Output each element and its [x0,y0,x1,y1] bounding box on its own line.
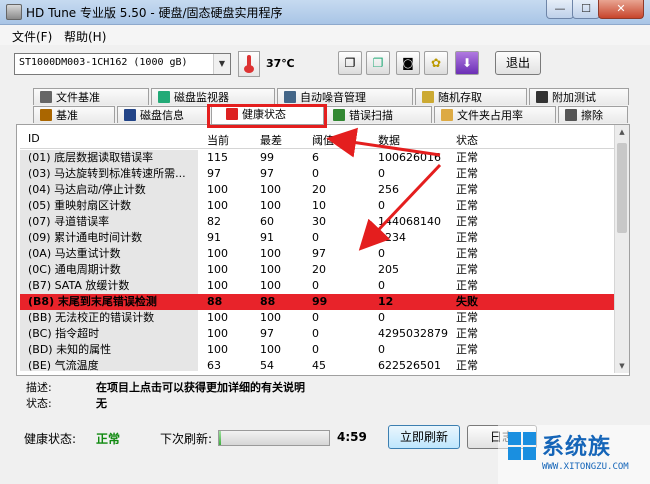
hd-tune-window: HD Tune 专业版 5.50 - 硬盘/固态硬盘实用程序 — ☐ ✕ 文件(… [0,0,650,484]
annotation-arrows [326,127,442,251]
annotation-arrow-to-row [358,163,442,251]
annotation-arrow-to-tab [326,127,441,158]
